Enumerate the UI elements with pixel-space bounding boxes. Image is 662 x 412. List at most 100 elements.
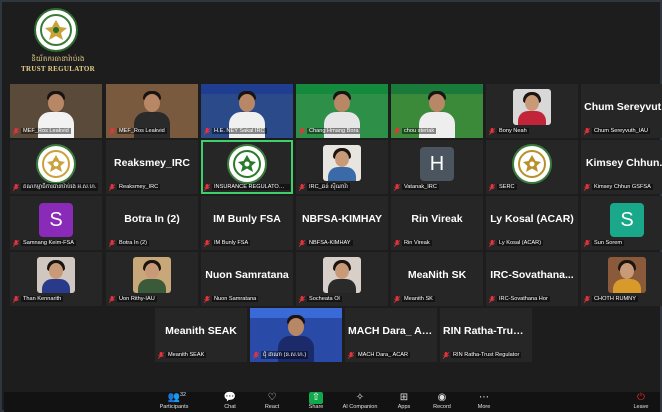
participant-tile[interactable]: Chang Hmang Bora xyxy=(296,84,388,138)
participant-label-text: Bony Neah xyxy=(497,128,529,134)
participants-button[interactable]: 👥 32 Participants xyxy=(156,392,192,412)
more-label: More xyxy=(477,404,491,410)
record-icon: ◉ xyxy=(437,392,447,403)
participant-tile[interactable]: IRC_ឆន់ ស៊ីណារ៉ា xyxy=(296,140,388,194)
ai-button[interactable]: ✧ AI Companion xyxy=(342,392,378,412)
participant-tile[interactable]: Rin Vireak Rin Vireak xyxy=(391,196,483,250)
participant-tile[interactable]: MEF_Ros Leakvid xyxy=(106,84,198,138)
participant-tile[interactable]: IM Bunly FSA IM Bunly FSA xyxy=(201,196,293,250)
participant-name-label: MEF_Ros Leakvid xyxy=(109,126,195,136)
participant-display-name: RIN Ratha-Trust... xyxy=(443,325,532,337)
participant-tile[interactable]: MeaNith SK Meanith SK xyxy=(391,252,483,306)
mic-muted-icon xyxy=(394,239,400,247)
participant-label-text: Meanith SK xyxy=(402,296,435,302)
participant-tile[interactable]: Ly Kosal (ACAR) Ly Kosal (ACAR) xyxy=(486,196,578,250)
participant-label-text: Chum Sereyvuth_IAU xyxy=(592,128,651,134)
profile-photo xyxy=(513,89,551,125)
participant-tile[interactable]: Botra In (2) Botra In (2) xyxy=(106,196,198,250)
participant-tile[interactable]: MEF_Ros Leakvid xyxy=(10,84,102,138)
participant-tile[interactable]: Chum Sereyvut... Chum Sereyvuth_IAU xyxy=(581,84,662,138)
mic-muted-icon xyxy=(13,239,19,247)
mic-muted-icon xyxy=(109,127,115,135)
zoom-window: និយ័តករធានារ៉ាប់រង TRUST REGULATOR MEF_R… xyxy=(0,0,662,412)
participant-label-text: CHOTH RUMNY xyxy=(592,296,638,302)
participant-tile[interactable]: Than Kennarith xyxy=(10,252,102,306)
mic-muted-icon xyxy=(204,183,210,191)
participant-name-label: IRC-Sovathana Hor xyxy=(489,294,575,304)
participant-label-text: Than Kennarith xyxy=(21,296,64,302)
share-button[interactable]: ⇧ Share xyxy=(298,392,334,412)
participant-name-label: Meanith SK xyxy=(394,294,480,304)
participant-tile[interactable]: Meanith SEAK Meanith SEAK xyxy=(155,308,247,362)
participant-display-name: IM Bunly FSA xyxy=(213,213,281,225)
more-button[interactable]: ⋯ More xyxy=(466,392,502,412)
meeting-toolbar: 👥 32 Participants 💬 Chat ♡ React ⇧ Share ✧ AI Comp… xyxy=(4,392,660,412)
participant-tile[interactable]: S Samnang Keim-FSA xyxy=(10,196,102,250)
mic-muted-icon xyxy=(584,295,590,303)
participant-label-text: Reaksmey_IRC xyxy=(117,184,161,190)
chat-button[interactable]: 💬 Chat xyxy=(212,392,248,412)
participant-tile[interactable]: Nuon Samratana Nuon Samratana xyxy=(201,252,293,306)
more-icon: ⋯ xyxy=(479,392,489,403)
participant-tile[interactable]: Kimsey Chhun... Kimsey Chhun GSFSA xyxy=(581,140,662,194)
sparkle-icon: ✧ xyxy=(355,392,365,403)
participant-tile[interactable]: INSURANCE REGULATOR of CA... xyxy=(201,140,293,194)
mic-muted-icon xyxy=(394,127,400,135)
record-button[interactable]: ◉ Record xyxy=(424,392,460,412)
participant-tile[interactable]: គណកម្មាធិការធានារ៉ាប់រង អ.ស.ហ. xyxy=(10,140,102,194)
participant-label-text: RIN Ratha-Trust Regulator xyxy=(451,352,522,358)
logo-khmer-text: និយ័តករធានារ៉ាប់រង xyxy=(31,55,85,63)
avatar: H xyxy=(420,147,454,181)
participant-name-label: ជុំ ដាណា (ន.ស.ហ.) xyxy=(253,350,339,360)
mic-muted-icon xyxy=(204,127,210,135)
participant-tile[interactable]: MACH Dara_ AC... MACH Dara_ ACAR xyxy=(345,308,437,362)
participants-icon: 👥 xyxy=(167,392,181,403)
participant-name-label: NBFSA-KIMHAY xyxy=(299,238,385,248)
participant-tile[interactable]: S Sun Sorem xyxy=(581,196,662,250)
participant-tile[interactable]: Bony Neah xyxy=(486,84,578,138)
mic-muted-icon xyxy=(394,183,400,191)
header-bar: និយ័តករធានារ៉ាប់រង TRUST REGULATOR xyxy=(4,4,660,80)
participant-tile[interactable]: Uon Rithy-IAU xyxy=(106,252,198,306)
participant-label-text: SERC xyxy=(497,184,517,190)
mic-muted-icon xyxy=(109,295,115,303)
leave-button[interactable]: ⏻ Leave xyxy=(626,392,656,412)
participant-name-label: MEF_Ros Leakvid xyxy=(13,126,99,136)
chat-icon: 💬 xyxy=(223,392,237,403)
react-button[interactable]: ♡ React xyxy=(254,392,290,412)
participant-label-text: INSURANCE REGULATOR of CA... xyxy=(212,184,290,190)
participant-name-label: Reaksmey_IRC xyxy=(109,182,195,192)
participant-display-name: Kimsey Chhun... xyxy=(585,157,662,169)
participant-name-label: Samnang Keim-FSA xyxy=(13,238,99,248)
participant-tile[interactable]: CHOTH RUMNY xyxy=(581,252,662,306)
participant-name-label: IM Bunly FSA xyxy=(204,238,290,248)
participant-tile[interactable]: H.E. NEY Sakal IRC xyxy=(201,84,293,138)
participant-display-name: Rin Vireak xyxy=(411,213,463,225)
participant-label-text: Uon Rithy-IAU xyxy=(117,296,157,302)
participant-tile[interactable]: NBFSA-KIMHAY NBFSA-KIMHAY xyxy=(296,196,388,250)
mic-muted-icon xyxy=(584,127,590,135)
participant-display-name: Chum Sereyvut... xyxy=(584,101,662,113)
participant-name-label: IRC_ឆន់ ស៊ីណារ៉ា xyxy=(299,182,385,192)
participant-tile[interactable]: RIN Ratha-Trust... RIN Ratha-Trust Regula… xyxy=(440,308,532,362)
regulator-emblem-icon xyxy=(34,8,78,52)
organization-emblem-icon xyxy=(512,144,552,184)
apps-button[interactable]: ⊞ Apps xyxy=(386,392,422,412)
record-label: Record xyxy=(433,404,451,410)
chat-label: Chat xyxy=(224,404,236,410)
mic-muted-icon xyxy=(394,295,400,303)
participant-display-name: IRC-Sovathana... xyxy=(490,269,574,281)
participant-tile[interactable]: Reaksmey_IRC Reaksmey_IRC xyxy=(106,140,198,194)
participant-tile[interactable]: H Vatanak_IRC xyxy=(391,140,483,194)
participant-tile[interactable]: ជុំ ដាណា (ន.ស.ហ.) xyxy=(250,308,342,362)
participant-tile[interactable]: IRC-Sovathana... IRC-Sovathana Hor xyxy=(486,252,578,306)
mic-muted-icon xyxy=(584,183,590,191)
mic-muted-icon xyxy=(489,127,495,135)
participant-tile[interactable]: SERC xyxy=(486,140,578,194)
participant-display-name: Reaksmey_IRC xyxy=(114,157,190,169)
participant-label-text: Rin Vireak xyxy=(402,240,432,246)
participant-tile[interactable]: chou steriak xyxy=(391,84,483,138)
participant-name-label: Than Kennarith xyxy=(13,294,99,304)
participant-label-text: Chang Hmang Bora xyxy=(307,128,361,134)
participant-tile[interactable]: Socheata Ol xyxy=(296,252,388,306)
